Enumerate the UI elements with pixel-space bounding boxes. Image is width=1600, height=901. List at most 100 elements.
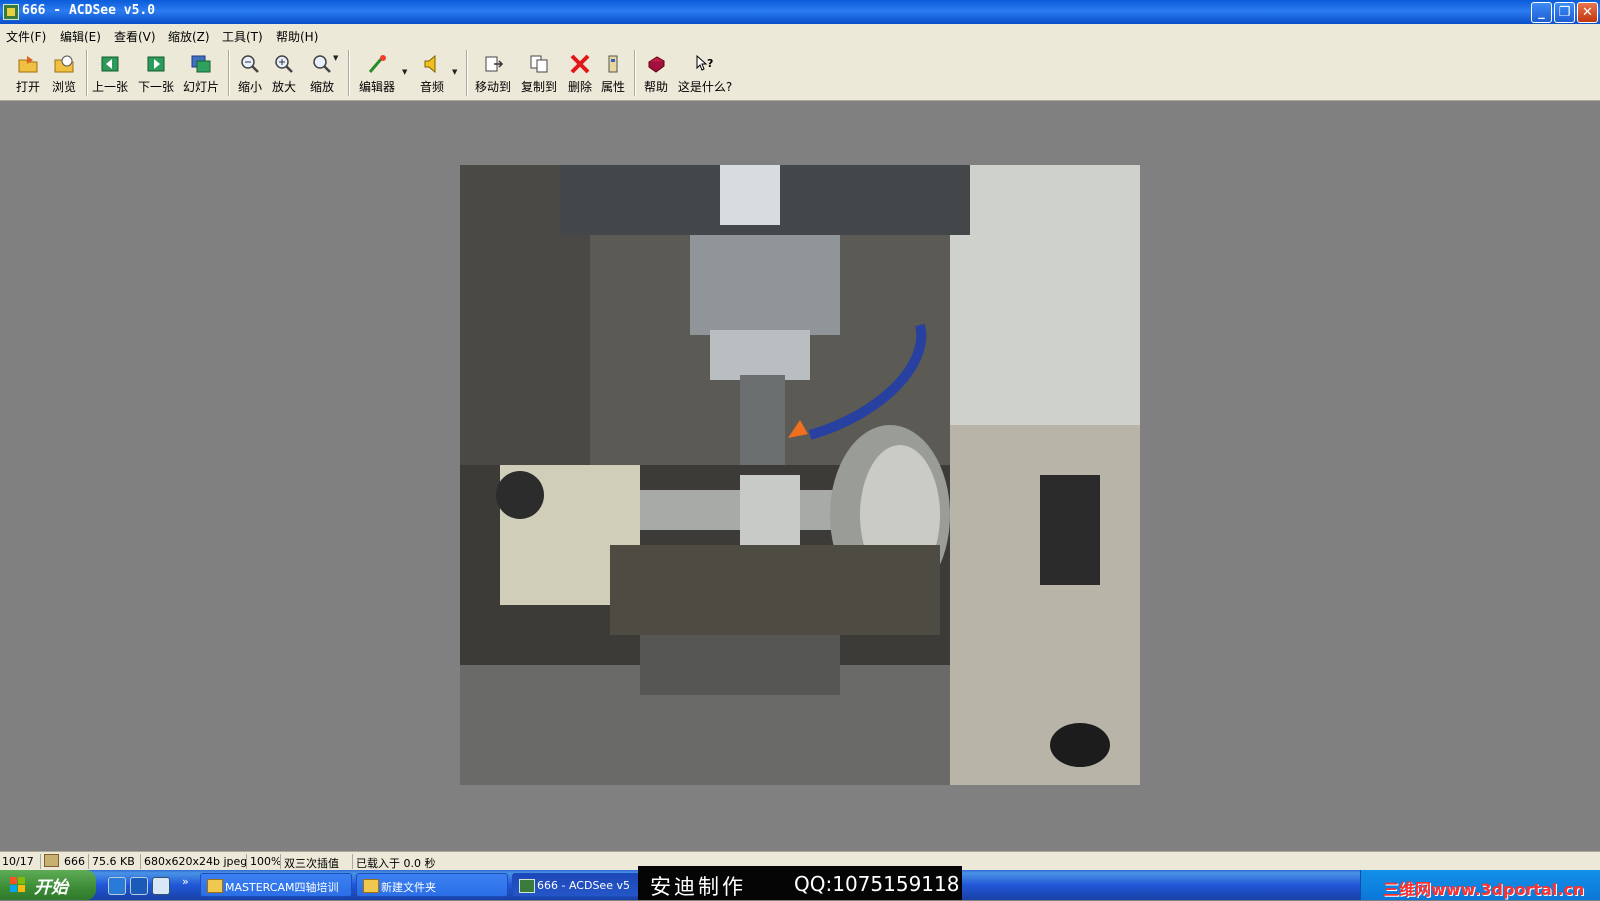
status-separator xyxy=(140,854,141,869)
svg-text:?: ? xyxy=(707,57,713,70)
magnifier-minus-icon xyxy=(239,54,261,74)
slideshow-icon xyxy=(190,54,212,74)
zoom-dropdown-arrow-icon[interactable]: ▼ xyxy=(333,54,338,62)
toolbar-separator xyxy=(86,50,88,96)
start-button[interactable]: 开始 xyxy=(0,870,96,900)
open-label: 打开 xyxy=(15,80,40,94)
menu-file[interactable]: 文件(F) xyxy=(6,28,46,45)
cnc-milling-photo-illustration xyxy=(460,165,1140,785)
zoom-label: 缩放 xyxy=(309,80,334,94)
open-button[interactable]: 打开 xyxy=(10,52,46,96)
move-icon xyxy=(482,54,504,74)
audio-label: 音频 xyxy=(419,80,444,94)
next-label: 下一张 xyxy=(137,80,174,94)
watermark-text: 三维网www.3dportal.cn xyxy=(1383,880,1585,899)
folder-icon xyxy=(363,879,379,893)
menu-view[interactable]: 查看(V) xyxy=(114,28,156,45)
menu-tools[interactable]: 工具(T) xyxy=(222,28,263,45)
toolbar-separator xyxy=(634,50,636,96)
toolbar-separator xyxy=(348,50,350,96)
editor-dropdown-arrow-icon[interactable]: ▼ xyxy=(402,68,407,76)
next-arrow-icon xyxy=(145,54,167,74)
task-label: 新建文件夹 xyxy=(381,881,436,894)
status-interpolation: 双三次插值 xyxy=(284,857,339,870)
internet-explorer-icon[interactable] xyxy=(108,877,126,895)
status-dimensions: 680x620x24b jpeg xyxy=(144,855,248,868)
restore-button[interactable]: ❐ xyxy=(1554,2,1575,23)
folder-icon xyxy=(207,879,223,893)
acdsee-icon xyxy=(519,879,535,893)
zoom-out-label: 缩小 xyxy=(237,80,262,94)
move-to-button[interactable]: 移动到 xyxy=(472,52,514,96)
window-title: 666 - ACDSee v5.0 xyxy=(22,3,156,18)
image-viewer-area[interactable] xyxy=(0,101,1600,851)
editor-label: 编辑器 xyxy=(358,80,395,94)
acdsee-app-icon[interactable] xyxy=(3,4,19,20)
zoom-in-button[interactable]: 放大 xyxy=(268,52,300,96)
delete-button[interactable]: 删除 xyxy=(565,52,595,96)
browser-quicklaunch-icon[interactable] xyxy=(130,877,148,895)
slideshow-button[interactable]: 幻灯片 xyxy=(180,52,222,96)
minimize-button[interactable]: _ xyxy=(1531,2,1552,23)
delete-x-icon xyxy=(569,54,591,74)
whats-this-label: 这是什么? xyxy=(677,80,733,94)
zoom-out-button[interactable]: 缩小 xyxy=(234,52,266,96)
menu-edit[interactable]: 编辑(E) xyxy=(60,28,101,45)
previous-image-button[interactable]: 上一张 xyxy=(90,52,130,96)
title-bar: 666 - ACDSee v5.0 _ ❐ ✕ xyxy=(0,0,1600,24)
qq-caption: QQ:1075159118 xyxy=(794,872,960,896)
status-separator xyxy=(246,854,247,869)
audio-dropdown-arrow-icon[interactable]: ▼ xyxy=(452,68,457,76)
start-label: 开始 xyxy=(34,878,68,898)
toolbar-separator xyxy=(466,50,468,96)
status-separator xyxy=(280,854,281,869)
magnifier-icon xyxy=(311,54,333,74)
open-folder-icon xyxy=(17,54,39,74)
whats-this-button[interactable]: ? 这是什么? xyxy=(676,52,734,96)
help-label: 帮助 xyxy=(643,80,668,94)
toolbar: 打开 浏览 上一张 下一张 幻灯片 缩小 放大 缩放 ▼ 编辑器 ▼ 音频 ▼ xyxy=(0,46,1600,101)
audio-button[interactable]: 音频 xyxy=(414,52,450,96)
menu-help[interactable]: 帮助(H) xyxy=(276,28,318,45)
copy-icon xyxy=(528,54,550,74)
menu-bar: 文件(F) 编辑(E) 查看(V) 缩放(Z) 工具(T) 帮助(H) xyxy=(0,24,1600,46)
browse-button[interactable]: 浏览 xyxy=(46,52,82,96)
copy-to-label: 复制到 xyxy=(520,80,557,94)
previous-label: 上一张 xyxy=(91,80,128,94)
machine-photo[interactable] xyxy=(460,165,1140,785)
status-separator xyxy=(352,854,353,869)
status-separator xyxy=(40,854,41,869)
jpeg-file-icon xyxy=(44,854,59,867)
status-filesize: 75.6 KB xyxy=(92,855,135,868)
image-index: 10/17 xyxy=(2,855,34,868)
previous-arrow-icon xyxy=(99,54,121,74)
editor-button[interactable]: 编辑器 xyxy=(354,52,400,96)
help-book-icon xyxy=(645,54,667,74)
taskbar-item-new-folder[interactable]: 新建文件夹 xyxy=(356,873,508,897)
quicklaunch-chevron-icon[interactable]: » xyxy=(182,875,189,888)
author-caption: 安迪制作 xyxy=(650,875,746,899)
properties-label: 属性 xyxy=(600,80,625,94)
properties-button[interactable]: 属性 xyxy=(598,52,628,96)
taskbar-item-acdsee[interactable]: 666 - ACDSee v5 xyxy=(512,873,642,897)
whats-this-cursor-icon: ? xyxy=(694,54,716,74)
show-desktop-icon[interactable] xyxy=(152,877,170,895)
taskbar-item-mastercam-folder[interactable]: MASTERCAM四轴培训 xyxy=(200,873,352,897)
delete-label: 删除 xyxy=(567,80,592,94)
task-label: MASTERCAM四轴培训 xyxy=(225,881,339,894)
magnifier-plus-icon xyxy=(273,54,295,74)
speaker-icon xyxy=(421,54,443,74)
close-button[interactable]: ✕ xyxy=(1577,2,1598,23)
next-image-button[interactable]: 下一张 xyxy=(136,52,176,96)
status-load-time: 已载入于 0.0 秒 xyxy=(356,857,436,870)
menu-zoom[interactable]: 缩放(Z) xyxy=(168,28,210,45)
toolbar-separator xyxy=(228,50,230,96)
copy-to-button[interactable]: 复制到 xyxy=(518,52,560,96)
zoom-in-label: 放大 xyxy=(271,80,296,94)
slideshow-label: 幻灯片 xyxy=(182,80,219,94)
author-caption-overlay: 安迪制作 QQ:1075159118 xyxy=(638,866,962,900)
system-tray: 三维网www.3dportal.cn xyxy=(1360,870,1600,900)
browse-label: 浏览 xyxy=(51,80,76,94)
status-filename: 666 xyxy=(64,855,85,868)
help-button[interactable]: 帮助 xyxy=(640,52,672,96)
